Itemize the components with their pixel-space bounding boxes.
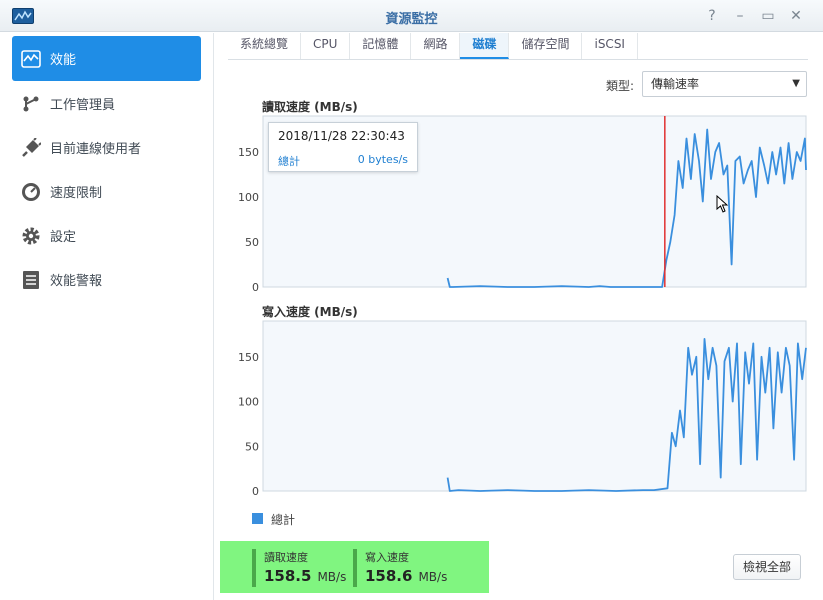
write-plot-area xyxy=(262,320,807,492)
read-y-tick-label: 50 xyxy=(245,236,259,249)
mouse-cursor-icon xyxy=(716,194,729,217)
read-speed-label: 讀取速度 xyxy=(264,551,308,564)
write-speed-label: 寫入速度 xyxy=(365,551,409,564)
speed-summary: 讀取速度 158.5 MB/s 寫入速度 158.6 MB/s xyxy=(220,541,489,593)
tooltip-value: 0 bytes/s xyxy=(357,153,408,166)
read-y-tick-label: 0 xyxy=(252,281,259,294)
tooltip-series: 總計 xyxy=(278,155,300,168)
read-y-tick-label: 100 xyxy=(238,191,259,204)
write-speed-value: 158.6 xyxy=(365,567,413,585)
chart-tooltip: 2018/11/28 22:30:43 總計 0 bytes/s xyxy=(268,122,418,172)
write-y-tick-label: 50 xyxy=(245,440,259,453)
tooltip-time: 2018/11/28 22:30:43 xyxy=(278,129,405,143)
write-y-tick-label: 0 xyxy=(252,485,259,498)
read-speed-unit: MB/s xyxy=(317,570,347,584)
legend-swatch xyxy=(252,513,263,524)
view-all-button[interactable]: 檢視全部 xyxy=(733,554,801,580)
write-speed-unit: MB/s xyxy=(418,570,448,584)
write-y-tick-label: 100 xyxy=(238,396,259,409)
write-speed-summary: 寫入速度 158.6 MB/s xyxy=(353,549,447,587)
read-speed-value: 158.5 xyxy=(264,567,312,585)
disk-charts: 0 50 100 150 0 50 100 150 xyxy=(238,115,807,498)
legend-label: 總計 xyxy=(271,513,296,527)
read-y-tick-label: 150 xyxy=(238,146,259,159)
write-y-tick-label: 150 xyxy=(238,351,259,364)
read-speed-summary: 讀取速度 158.5 MB/s xyxy=(252,549,346,587)
